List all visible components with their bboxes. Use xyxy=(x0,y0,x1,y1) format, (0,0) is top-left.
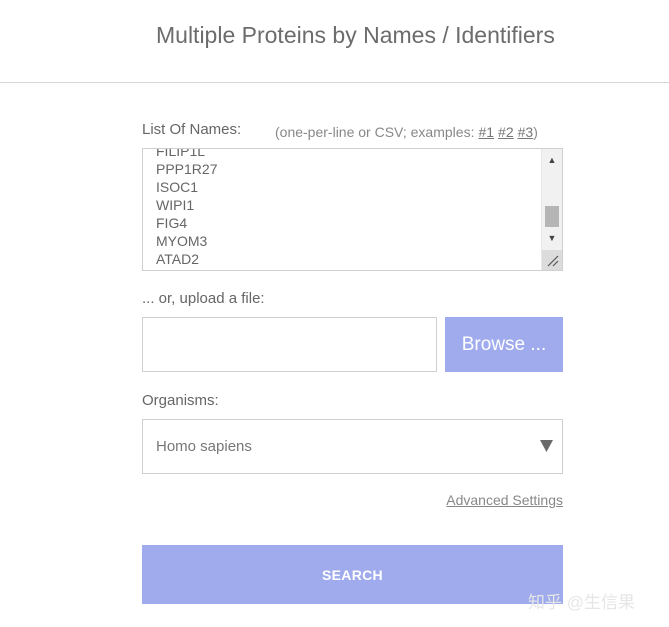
search-button[interactable]: SEARCH xyxy=(142,545,563,604)
upload-label: ... or, upload a file: xyxy=(142,290,265,307)
names-textarea[interactable]: FILIP1L PPP1R27 ISOC1 WIPI1 FIG4 MYOM3 A… xyxy=(142,148,563,271)
resize-grip-icon[interactable] xyxy=(542,250,562,270)
names-line: MYOM3 xyxy=(156,233,208,249)
browse-button[interactable]: Browse ... xyxy=(445,317,563,372)
names-line: FILIP1L xyxy=(156,148,206,159)
names-label: List Of Names: xyxy=(142,121,242,138)
organisms-label: Organisms: xyxy=(142,392,219,409)
names-line: PPP1R27 xyxy=(156,161,218,177)
scroll-thumb[interactable] xyxy=(545,206,559,227)
example-link-2[interactable]: #2 xyxy=(498,124,514,140)
names-hint-text: (one-per-line or CSV; examples: xyxy=(275,124,475,140)
scroll-up-icon[interactable]: ▲ xyxy=(542,152,562,168)
names-line: WIPI1 xyxy=(156,197,195,213)
names-hint-close: ) xyxy=(533,124,538,140)
organism-select[interactable]: Homo sapiens xyxy=(142,419,563,474)
page-header: Multiple Proteins by Names / Identifiers xyxy=(0,0,669,83)
file-path-input[interactable] xyxy=(142,317,437,372)
example-link-3[interactable]: #3 xyxy=(518,124,534,140)
page-title: Multiple Proteins by Names / Identifiers xyxy=(156,22,555,48)
names-line: ISOC1 xyxy=(156,179,199,195)
names-line: FIG4 xyxy=(156,215,188,231)
scroll-down-icon[interactable]: ▼ xyxy=(542,230,562,246)
example-link-1[interactable]: #1 xyxy=(478,124,494,140)
names-line: ATAD2 xyxy=(156,251,200,267)
watermark: 知乎 @生信果 xyxy=(528,593,635,612)
names-hint: (one-per-line or CSV; examples: #1 #2 #3) xyxy=(275,124,538,140)
dropdown-arrow-icon xyxy=(540,440,553,452)
organism-selected-value: Homo sapiens xyxy=(156,438,252,455)
advanced-settings-link[interactable]: Advanced Settings xyxy=(446,492,563,508)
names-lines: FILIP1L PPP1R27 ISOC1 WIPI1 FIG4 MYOM3 A… xyxy=(156,148,218,268)
